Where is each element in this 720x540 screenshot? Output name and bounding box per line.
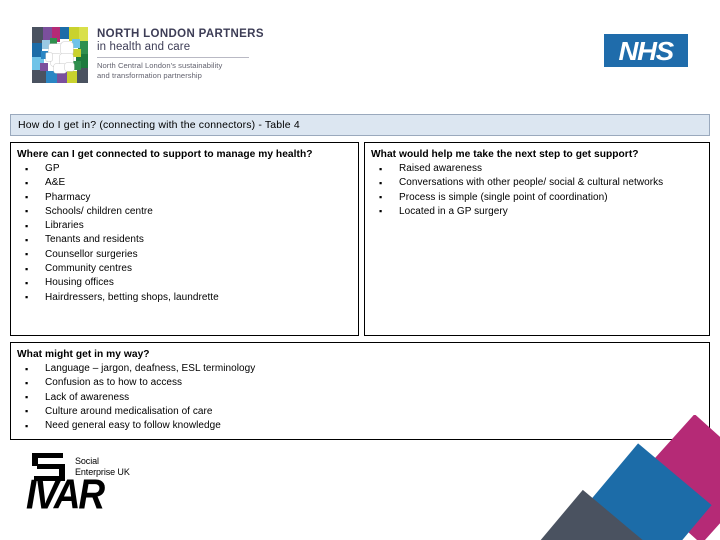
barriers-bullet-list: Language – jargon, deafness, ESL termino… (17, 361, 703, 434)
list-item: Lack of awareness (17, 390, 703, 405)
list-item: Hairdressers, betting shops, laundrette (17, 290, 352, 305)
blue-square (576, 443, 712, 540)
list-item: Confusion as to how to access (17, 376, 703, 391)
mosaic-tile (72, 39, 80, 48)
mosaic-tile (57, 72, 67, 83)
mosaic-borough-shape (46, 53, 52, 61)
list-item: Schools/ children centre (17, 204, 352, 219)
nlp-subtitle-line-1: North Central London's sustainability (97, 61, 223, 70)
ivar-logo: IVAR (26, 471, 105, 518)
list-item: Raised awareness (371, 161, 703, 176)
north-london-partners-logo: NORTH LONDON PARTNERS in health and care… (32, 27, 264, 83)
list-item: Libraries (17, 219, 352, 234)
slide-title: How do I get in? (connecting with the co… (18, 119, 300, 131)
mosaic-tile (40, 63, 48, 71)
slate-square (540, 489, 648, 540)
panel-what-would-help-next-step: What would help me take the next step to… (364, 142, 710, 336)
list-item: Conversations with other people/ social … (371, 176, 703, 191)
panel-heading: Where can I get connected to support to … (17, 149, 313, 160)
list-item: GP (17, 161, 352, 176)
list-item: Process is simple (single point of coord… (371, 190, 703, 205)
mosaic-tile (67, 71, 77, 83)
seuk-line-1: Social (75, 456, 99, 466)
list-item: Community centres (17, 262, 352, 277)
mosaic-borough-shape (65, 63, 74, 71)
slide-title-bar: How do I get in? (connecting with the co… (10, 114, 710, 136)
list-item: Housing offices (17, 276, 352, 291)
list-item: Counsellor surgeries (17, 247, 352, 262)
list-item: Tenants and residents (17, 233, 352, 248)
mosaic-tile (73, 49, 81, 57)
next-step-bullet-list: Raised awarenessConversations with other… (371, 161, 703, 219)
mosaic-tile (77, 68, 88, 83)
list-item: Need general easy to follow knowledge (17, 419, 703, 434)
north-london-partners-wordmark: NORTH LONDON PARTNERS in health and care… (97, 27, 264, 80)
nlp-subtitle-line-2: and transformation partnership (97, 70, 202, 80)
footer-logos: Social Enterprise UK IVAR (18, 450, 198, 530)
list-item: Language – jargon, deafness, ESL termino… (17, 361, 703, 376)
where-bullet-list: GPA&EPharmacySchools/ children centreLib… (17, 161, 352, 305)
list-item: A&E (17, 176, 352, 191)
nhs-logo-icon: NHS (604, 34, 688, 67)
panel-what-might-get-in-my-way: What might get in my way? Language – jar… (10, 342, 710, 440)
nlp-divider (97, 57, 249, 58)
nlp-title-line-1: NORTH LONDON PARTNERS (97, 28, 264, 40)
mosaic-tile (32, 70, 46, 83)
north-london-partners-mosaic-icon (32, 27, 88, 83)
nhs-logo-text: NHS (618, 35, 675, 66)
mosaic-tile (60, 27, 69, 39)
panel-where-can-i-get-connected: Where can I get connected to support to … (10, 142, 359, 336)
panel-heading: What would help me take the next step to… (371, 149, 639, 160)
list-item: Pharmacy (17, 190, 352, 205)
nlp-title-line-2: in health and care (97, 41, 191, 53)
page-header: NORTH LONDON PARTNERS in health and care… (0, 0, 720, 105)
panel-heading: What might get in my way? (17, 349, 150, 360)
list-item: Located in a GP surgery (371, 204, 703, 219)
list-item: Culture around medicalisation of care (17, 404, 703, 419)
